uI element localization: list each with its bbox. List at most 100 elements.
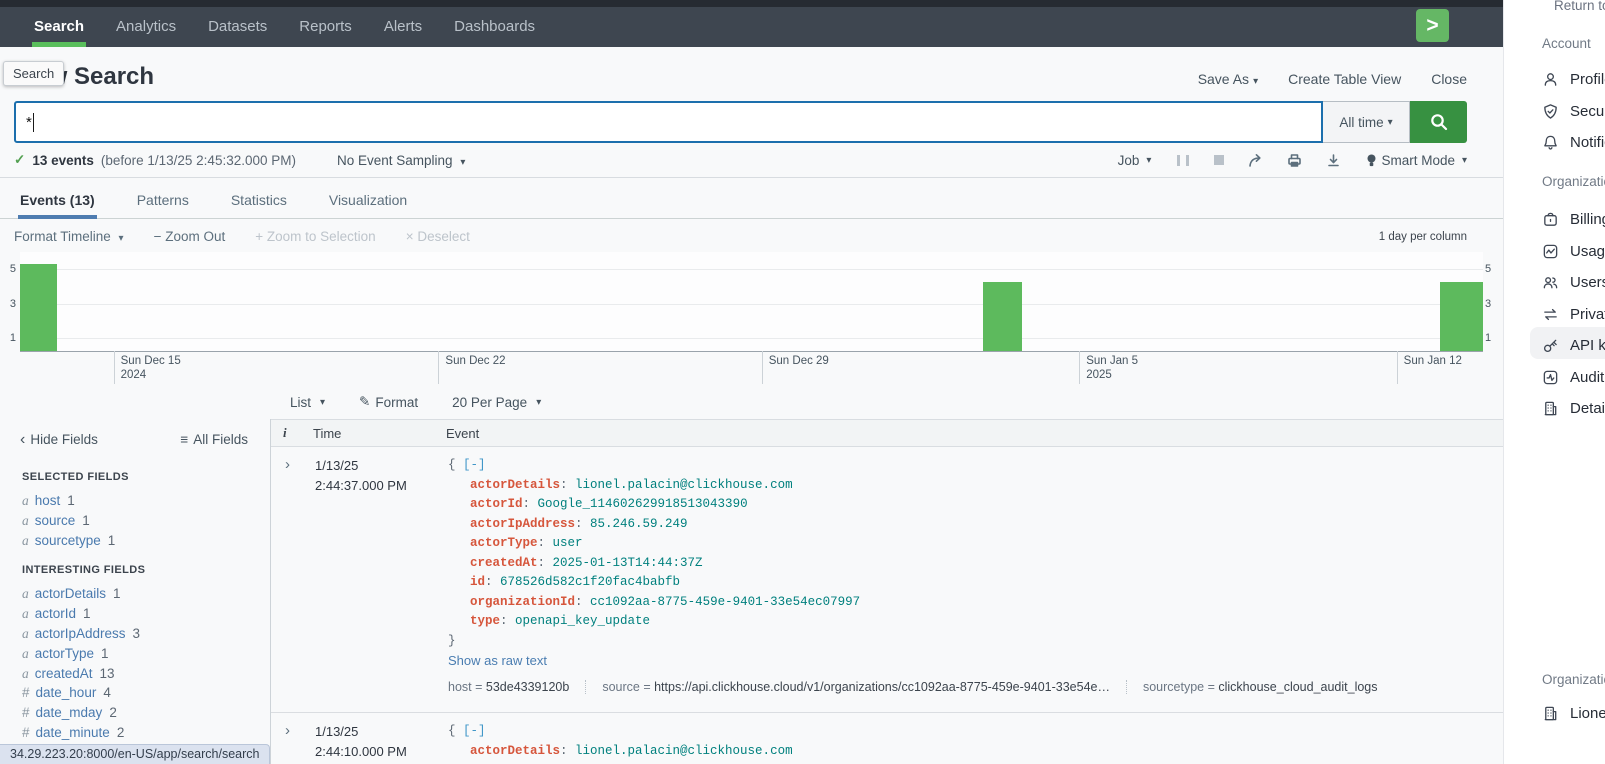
nav-item-datasets[interactable]: Datasets — [192, 18, 283, 47]
field-item-actorType[interactable]: aactorType1 — [22, 644, 270, 664]
tab-statistics[interactable]: Statistics — [229, 188, 289, 218]
field-item-date_hour[interactable]: #date_hour4 — [22, 683, 270, 703]
menu-item-users[interactable]: Users — [1542, 271, 1605, 293]
search-button[interactable] — [1410, 101, 1467, 143]
nav-item-dashboards[interactable]: Dashboards — [438, 18, 551, 47]
menu-label: Users — [1570, 274, 1605, 291]
account-section-header: Account — [1542, 36, 1591, 51]
menu-item-private-endpoints[interactable]: Private endpoints — [1542, 303, 1605, 325]
collapse-json-link[interactable]: [-] — [463, 724, 486, 738]
menu-item-security[interactable]: Security — [1542, 100, 1605, 122]
field-item-actorId[interactable]: aactorId1 — [22, 604, 270, 624]
menu-item-profile[interactable]: Profile — [1542, 68, 1605, 90]
event-time: 1/13/25 2:44:37.000 PM — [315, 456, 448, 704]
field-item-actorDetails[interactable]: aactorDetails1 — [22, 584, 270, 604]
job-menu-button[interactable]: Job▾ — [1118, 153, 1152, 168]
hide-fields-label: Hide Fields — [30, 432, 98, 447]
nav-item-search[interactable]: Search — [18, 18, 100, 47]
menu-item-usage[interactable]: Usage — [1542, 240, 1605, 262]
format-timeline-label: Format Timeline — [14, 229, 111, 244]
x-tick: Sun Dec 29 — [762, 351, 829, 384]
menu-label: Details — [1570, 400, 1605, 417]
active-nav-underline — [32, 42, 86, 47]
results-content: ‹Hide Fields ≡All Fields SELECTED FIELDS… — [0, 419, 1503, 764]
field-item-date_minute[interactable]: #date_minute2 — [22, 723, 270, 743]
events-timeline-chart: 5 3 1 5 3 1 Sun Dec 152024 Sun Dec 22 Su… — [0, 252, 1503, 384]
share-button[interactable] — [1248, 153, 1263, 168]
stop-button[interactable] — [1214, 155, 1224, 165]
field-item-date_mday[interactable]: #date_mday2 — [22, 703, 270, 723]
close-button[interactable]: Close — [1431, 71, 1467, 87]
y-axis-label-right: 5 — [1485, 263, 1499, 275]
users-icon — [1542, 274, 1559, 291]
zoom-out-button[interactable]: − Zoom Out — [154, 229, 226, 244]
show-raw-text-link[interactable]: Show as raw text — [448, 653, 1503, 668]
menu-label: Profile — [1570, 71, 1605, 88]
menu-item-details[interactable]: Details — [1542, 397, 1605, 419]
meta-source[interactable]: sourcehttps://api.clickhouse.cloud/v1/or… — [585, 680, 1110, 694]
nav-item-analytics[interactable]: Analytics — [100, 18, 192, 47]
search-input[interactable]: * — [14, 101, 1323, 143]
chart-plot-area[interactable] — [20, 252, 1483, 352]
y-axis-label: 1 — [2, 332, 16, 344]
search-tooltip: Search — [3, 61, 64, 86]
event-json: { [-] actorDetailslionel.palacin@clickho… — [448, 722, 1503, 762]
nav-item-reports[interactable]: Reports — [283, 18, 368, 47]
field-item-host[interactable]: ahost1 — [22, 491, 270, 511]
format-timeline-dropdown[interactable]: Format Timeline ▾ — [14, 229, 124, 244]
menu-label: Billing — [1570, 211, 1605, 228]
menu-label: API keys — [1570, 337, 1605, 354]
time-range-label: All time — [1339, 115, 1383, 130]
histogram-bar[interactable] — [983, 282, 1022, 351]
tab-events[interactable]: Events (13) — [18, 188, 97, 218]
y-axis-label-right: 1 — [1485, 332, 1499, 344]
create-table-view-button[interactable]: Create Table View — [1288, 71, 1401, 87]
return-to-link[interactable]: Return to — [1554, 0, 1605, 13]
event-sampling-dropdown[interactable]: No Event Sampling ▾ — [337, 153, 465, 168]
field-item-createdAt[interactable]: acreatedAt13 — [22, 664, 270, 684]
menu-item-audit[interactable]: Audit — [1542, 366, 1604, 388]
splunk-logo-icon[interactable]: > — [1416, 9, 1449, 42]
menu-item-organization-lionel[interactable]: Lionel — [1542, 702, 1605, 724]
tab-patterns[interactable]: Patterns — [135, 188, 191, 218]
menu-label: Notifications — [1570, 134, 1605, 151]
format-results-button[interactable]: ✎Format — [359, 394, 418, 410]
field-item-actorIpAddress[interactable]: aactorIpAddress3 — [22, 624, 270, 644]
time-range-picker[interactable]: All time▾ — [1323, 101, 1410, 143]
meta-sourcetype[interactable]: sourcetypeclickhouse_cloud_audit_logs — [1126, 680, 1378, 694]
tab-visualization[interactable]: Visualization — [327, 188, 409, 218]
usage-chart-icon — [1542, 243, 1559, 260]
histogram-bar[interactable] — [1440, 282, 1483, 351]
meta-host[interactable]: host53de4339120b — [448, 680, 569, 694]
print-button[interactable] — [1287, 153, 1302, 168]
export-button[interactable] — [1326, 153, 1341, 168]
nav-item-alerts[interactable]: Alerts — [368, 18, 438, 47]
menu-item-notifications[interactable]: Notifications — [1542, 131, 1605, 153]
pause-button[interactable] — [1175, 155, 1190, 166]
job-status-bar: ✓ 13 events (before 1/13/25 2:45:32.000 … — [0, 143, 1503, 178]
nav-label: Search — [34, 18, 84, 35]
menu-item-billing[interactable]: Billing — [1542, 208, 1605, 230]
event-row: › 1/13/25 2:44:10.000 PM { [-] actorDeta… — [271, 712, 1503, 762]
result-tabs: Events (13) Patterns Statistics Visualiz… — [0, 178, 1503, 219]
expand-event-button[interactable]: › — [271, 456, 315, 704]
expand-event-button[interactable]: › — [271, 722, 315, 762]
menu-item-api-keys[interactable]: API keys — [1542, 334, 1605, 356]
chevron-down-icon: ▾ — [1253, 76, 1258, 87]
magnifier-icon — [1429, 112, 1449, 132]
search-mode-button[interactable]: Smart Mode▾ — [1365, 153, 1467, 168]
list-view-dropdown[interactable]: List▾ — [290, 394, 325, 410]
all-fields-button[interactable]: ≡All Fields — [180, 432, 248, 447]
organization-footer-header: Organization — [1542, 672, 1605, 687]
hide-fields-button[interactable]: ‹Hide Fields — [20, 432, 98, 447]
save-as-button[interactable]: Save As▾ — [1198, 71, 1258, 87]
mode-label: Smart Mode — [1381, 153, 1455, 168]
field-item-sourcetype[interactable]: asourcetype1 — [22, 531, 270, 551]
menu-label: Audit — [1570, 369, 1604, 386]
wallet-icon — [1542, 211, 1559, 228]
histogram-bar[interactable] — [20, 264, 57, 351]
per-page-dropdown[interactable]: 20 Per Page▾ — [452, 394, 541, 410]
all-fields-label: All Fields — [193, 432, 248, 447]
field-item-source[interactable]: asource1 — [22, 511, 270, 531]
collapse-json-link[interactable]: [-] — [463, 458, 486, 472]
